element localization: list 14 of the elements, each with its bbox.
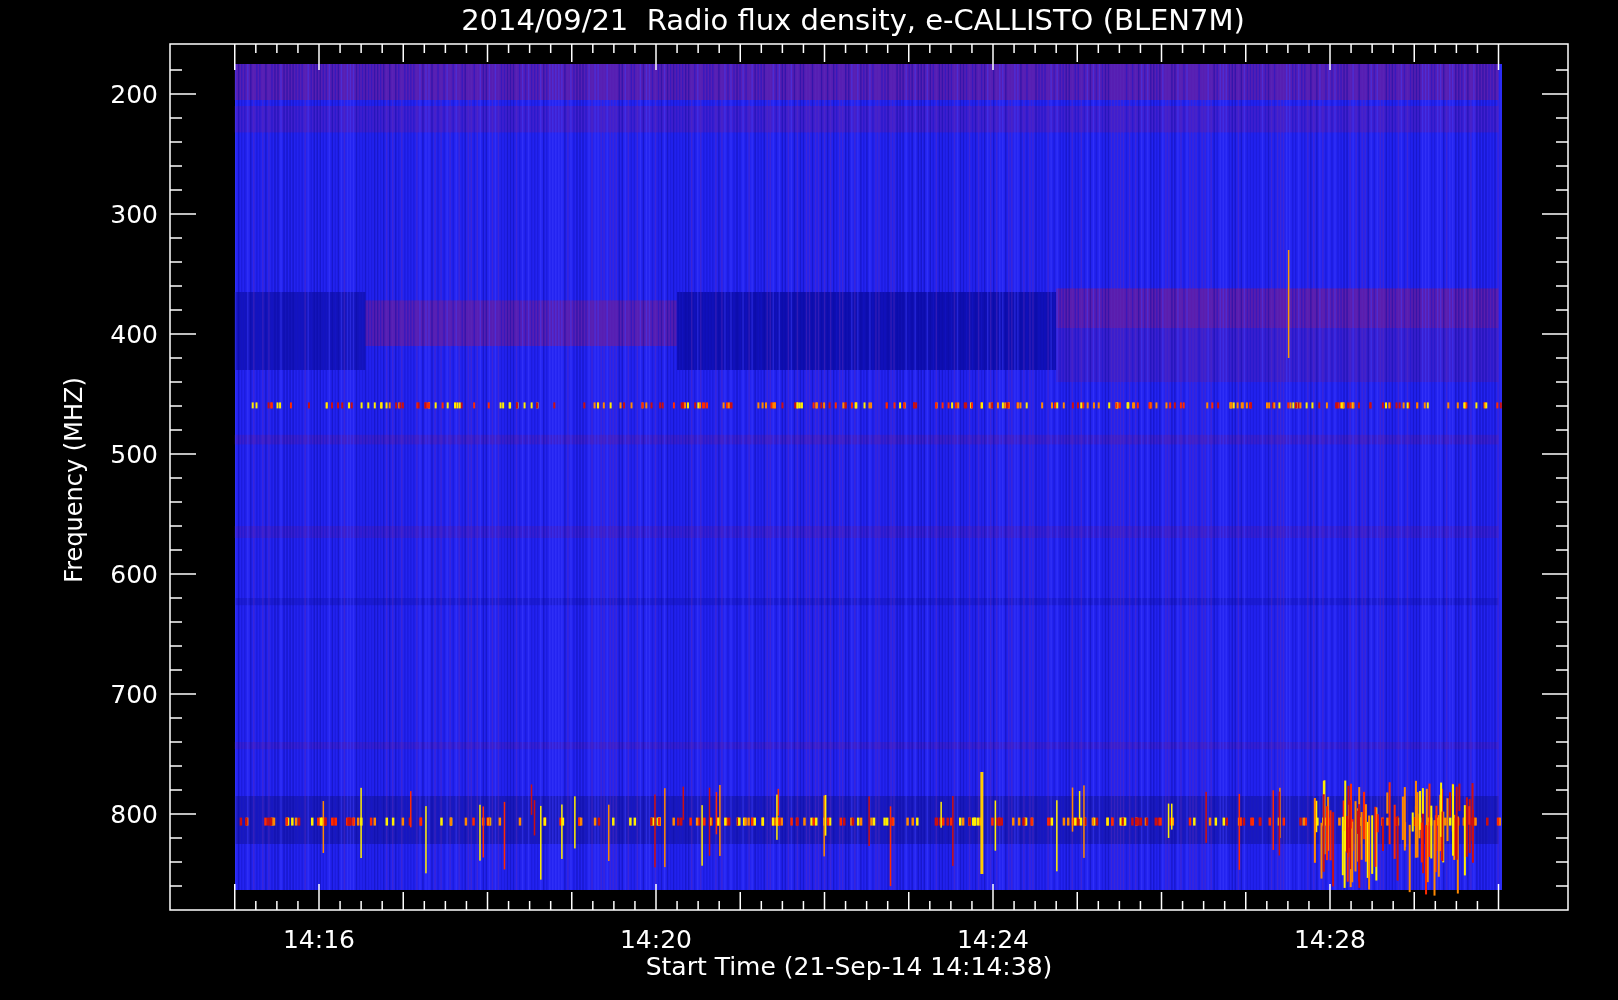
chart-title: 2014/09/21 Radio flux density, e-CALLISTO (BLEN7M): [461, 2, 1245, 39]
tick-label: 14:16: [283, 925, 355, 954]
tick-label: 800: [110, 800, 158, 829]
tick-label: 300: [110, 200, 158, 229]
tick-label: 400: [110, 320, 158, 349]
axis-label: Frequency (MHZ): [60, 377, 88, 583]
tick-label: 500: [110, 440, 158, 469]
tick-label: 14:20: [620, 925, 692, 954]
axis-label: Start Time (21-Sep-14 14:14:38): [645, 952, 1053, 981]
tick-label: 700: [110, 680, 158, 709]
tick-label: 14:28: [1294, 925, 1366, 954]
tick-label: 14:24: [957, 925, 1029, 954]
tick-label: 600: [110, 560, 158, 589]
tick-label: 200: [110, 80, 158, 109]
